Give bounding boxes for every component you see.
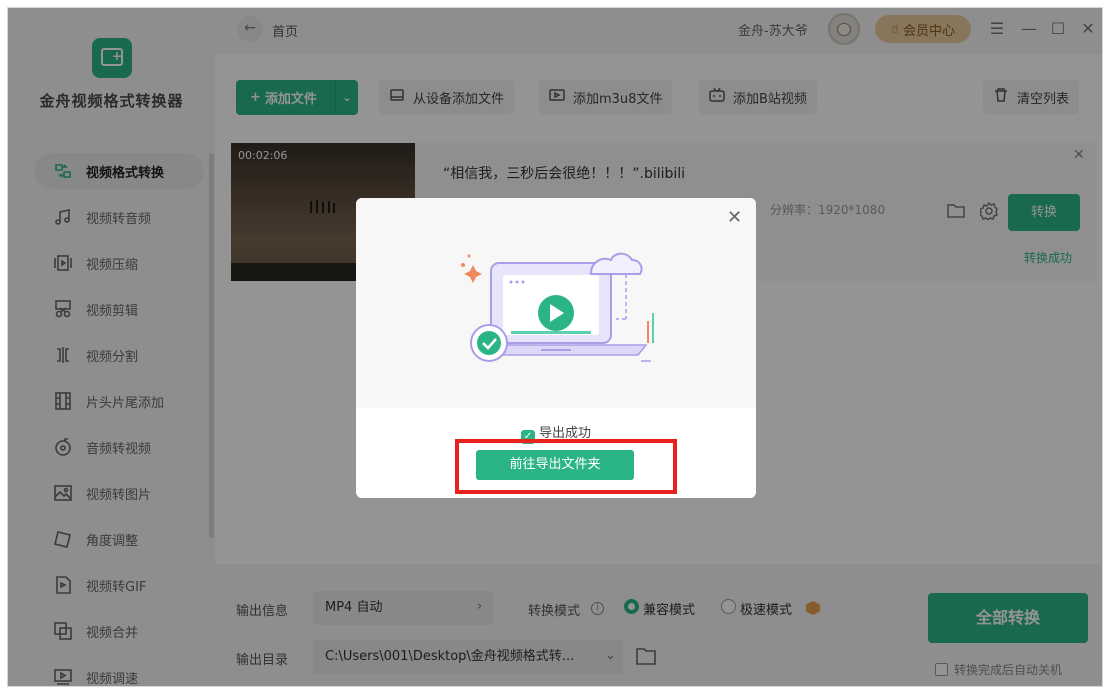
close-dialog-icon[interactable]: ✕ xyxy=(727,207,742,228)
red-highlight-box xyxy=(455,439,677,494)
app-window: + 金舟视频格式转换器 视频格式转换 视频转音频 视频压缩 视频剪辑 视频分割 … xyxy=(7,7,1103,687)
dialog-illustration-area xyxy=(356,198,756,408)
laptop-play-cloud-illustration xyxy=(461,252,654,362)
